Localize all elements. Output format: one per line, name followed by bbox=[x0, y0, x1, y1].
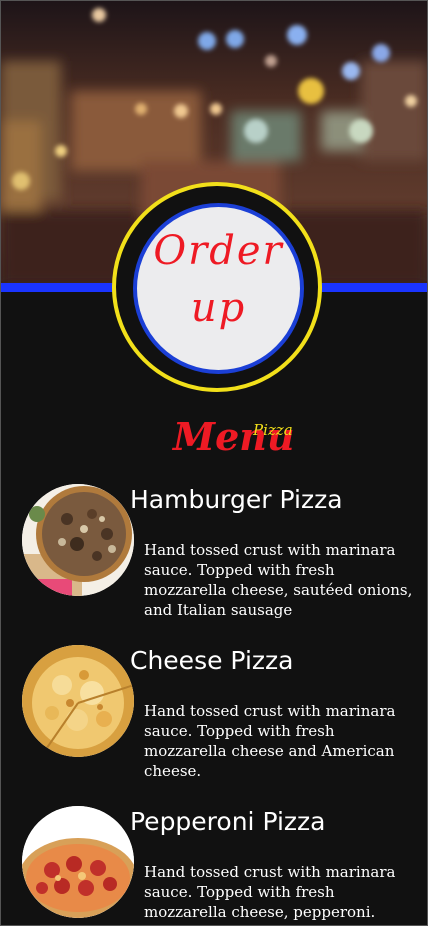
item-description: Hand tossed crust with marinara sauce. T… bbox=[144, 541, 413, 619]
cheese-pizza-image bbox=[22, 645, 134, 757]
hamburger-pizza-image bbox=[22, 484, 134, 596]
item-description: Hand tossed crust with marinara sauce. T… bbox=[144, 863, 396, 921]
menu-subtitle: Pizza bbox=[253, 421, 293, 439]
item-name: Pepperoni Pizza bbox=[130, 807, 326, 836]
menu-page: Order up Menu Pizza Hamburger Pizza Hand… bbox=[0, 0, 428, 926]
pepperoni-pizza-image bbox=[22, 806, 134, 918]
logo-text-line1: Order bbox=[153, 228, 284, 274]
menu-item-pepperoni-pizza[interactable]: Pepperoni Pizza Hand tossed crust with m… bbox=[1, 806, 427, 925]
menu-item-hamburger-pizza[interactable]: Hamburger Pizza Hand tossed crust with m… bbox=[1, 484, 427, 644]
item-name: Cheese Pizza bbox=[130, 646, 294, 675]
logo-text-line2: up bbox=[190, 285, 247, 331]
item-description: Hand tossed crust with marinara sauce. T… bbox=[144, 702, 396, 780]
item-name: Hamburger Pizza bbox=[130, 485, 343, 514]
menu-item-cheese-pizza[interactable]: Cheese Pizza Hand tossed crust with mari… bbox=[1, 645, 427, 805]
